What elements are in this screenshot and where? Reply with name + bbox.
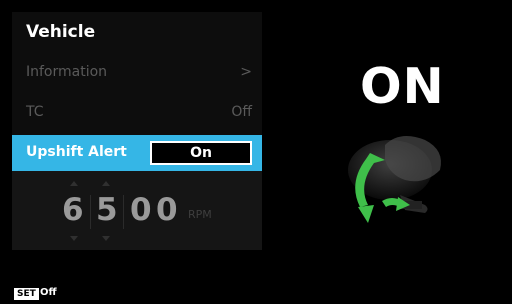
rpm-digit-tens: 0 (130, 192, 152, 228)
menu-item-value: Off (231, 104, 252, 120)
chevron-right-icon: > (240, 64, 252, 80)
shift-lever-icon (348, 136, 441, 223)
digit-separator (123, 195, 124, 229)
menu-item-label: Upshift Alert (26, 144, 127, 160)
rpm-digit-hundreds[interactable]: 5 (96, 192, 118, 228)
rpm-digit-thousands[interactable]: 6 (62, 192, 84, 228)
digit-separator (90, 195, 91, 229)
rpm-unit-label: RPM (188, 208, 212, 221)
set-badge[interactable]: SET (14, 288, 39, 300)
arrow-down-icon[interactable] (70, 236, 78, 241)
menu-item-label: TC (26, 104, 44, 120)
menu-item-tc[interactable]: TC Off (12, 96, 262, 130)
status-large-label: ON (360, 58, 445, 115)
arrow-up-icon[interactable] (70, 181, 78, 186)
vehicle-menu-panel: Vehicle Information > TC Off Upshift Ale… (12, 12, 262, 250)
arrow-down-icon[interactable] (102, 236, 110, 241)
arrow-up-icon[interactable] (102, 181, 110, 186)
upshift-alert-toggle[interactable]: On (150, 141, 252, 165)
menu-item-label: Information (26, 64, 108, 80)
rpm-digit-ones: 0 (156, 192, 178, 228)
menu-item-information[interactable]: Information > (12, 56, 262, 90)
rpm-selector: 6 5 0 0 RPM (12, 171, 262, 250)
menu-item-upshift-alert[interactable]: Upshift Alert On (12, 135, 262, 171)
panel-title: Vehicle (26, 22, 96, 42)
set-value: Off (40, 287, 57, 298)
